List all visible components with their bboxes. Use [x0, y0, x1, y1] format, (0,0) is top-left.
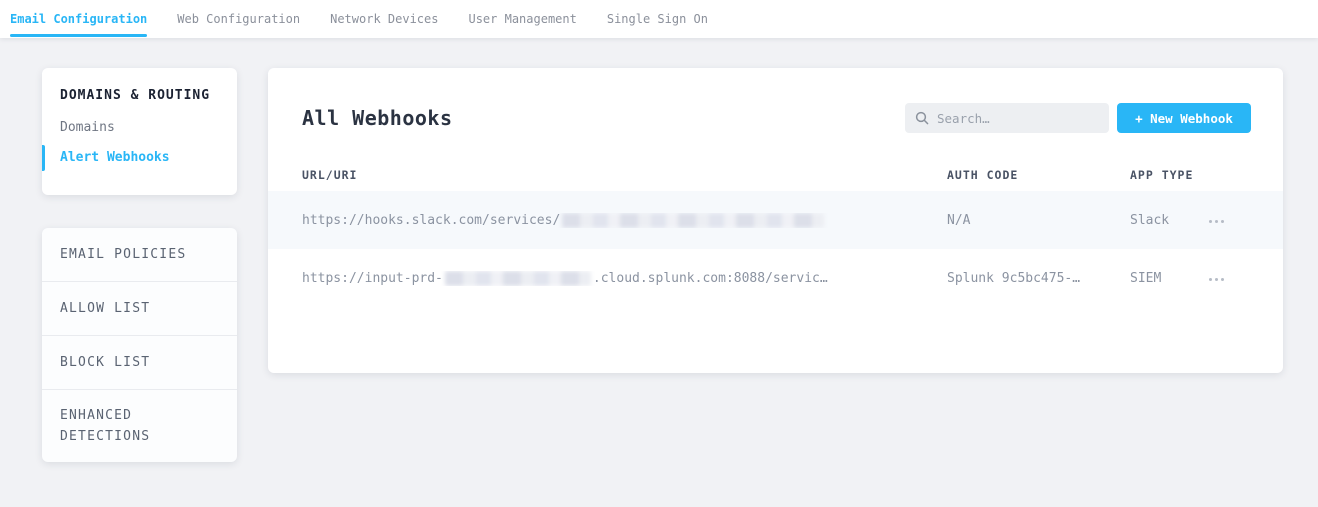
row-menu-ellipsis-icon[interactable]	[1205, 214, 1228, 229]
sidebar-item-email-policies[interactable]: EMAIL POLICIES	[42, 228, 237, 282]
redacted-url-segment	[562, 213, 824, 228]
search-icon	[915, 111, 929, 125]
column-header-auth-code: AUTH CODE	[947, 168, 1130, 182]
webhook-url-cell: https://hooks.slack.com/services/	[302, 213, 947, 228]
sidebar-sections-card: EMAIL POLICIES ALLOW LIST BLOCK LIST ENH…	[42, 228, 237, 462]
table-header-row: URL/URI AUTH CODE APP TYPE	[302, 159, 1251, 191]
panel-header: All Webhooks + New Webhook	[302, 103, 1251, 133]
top-nav: Email Configuration Web Configuration Ne…	[0, 0, 1318, 38]
webhooks-panel: All Webhooks + New Webhook URL/URI AUTH …	[268, 68, 1283, 373]
webhook-url-prefix: https://hooks.slack.com/services/	[302, 213, 560, 228]
tab-email-configuration[interactable]: Email Configuration	[10, 0, 147, 38]
webhook-url-cell: https://input-prd- .cloud.splunk.com:8088…	[302, 271, 947, 286]
auth-code-cell: N/A	[947, 213, 1130, 228]
new-webhook-button[interactable]: + New Webhook	[1117, 103, 1251, 133]
sidebar-domains-routing-card: DOMAINS & ROUTING Domains Alert Webhooks	[42, 68, 237, 195]
sidebar-item-block-list[interactable]: BLOCK LIST	[42, 336, 237, 390]
tab-user-management[interactable]: User Management	[468, 0, 576, 38]
sidebar-item-allow-list[interactable]: ALLOW LIST	[42, 282, 237, 336]
sidebar-item-enhanced-detections[interactable]: ENHANCED DETECTIONS	[42, 390, 237, 462]
sidebar-item-alert-webhooks[interactable]: Alert Webhooks	[60, 150, 219, 165]
column-header-app-type: APP TYPE	[1130, 168, 1205, 182]
page-title: All Webhooks	[302, 106, 453, 130]
sidebar-item-domains[interactable]: Domains	[60, 120, 219, 135]
search-box[interactable]	[905, 103, 1109, 133]
table-row: https://hooks.slack.com/services/ N/A Sl…	[268, 191, 1283, 249]
column-header-url-uri: URL/URI	[302, 168, 947, 182]
app-type-cell: Slack	[1130, 213, 1205, 228]
app-type-cell: SIEM	[1130, 271, 1205, 286]
table-row: https://input-prd- .cloud.splunk.com:8088…	[302, 249, 1251, 307]
redacted-url-segment	[445, 271, 591, 286]
sidebar-section-title: DOMAINS & ROUTING	[60, 88, 219, 103]
webhook-url-suffix: .cloud.splunk.com:8088/servic…	[593, 271, 828, 286]
auth-code-cell: Splunk 9c5bc475-…	[947, 271, 1130, 286]
tab-network-devices[interactable]: Network Devices	[330, 0, 438, 38]
row-menu-ellipsis-icon[interactable]	[1205, 272, 1228, 287]
search-input[interactable]	[937, 111, 1099, 126]
tab-single-sign-on[interactable]: Single Sign On	[607, 0, 708, 38]
webhook-url-prefix: https://input-prd-	[302, 271, 443, 286]
tab-web-configuration[interactable]: Web Configuration	[177, 0, 300, 38]
